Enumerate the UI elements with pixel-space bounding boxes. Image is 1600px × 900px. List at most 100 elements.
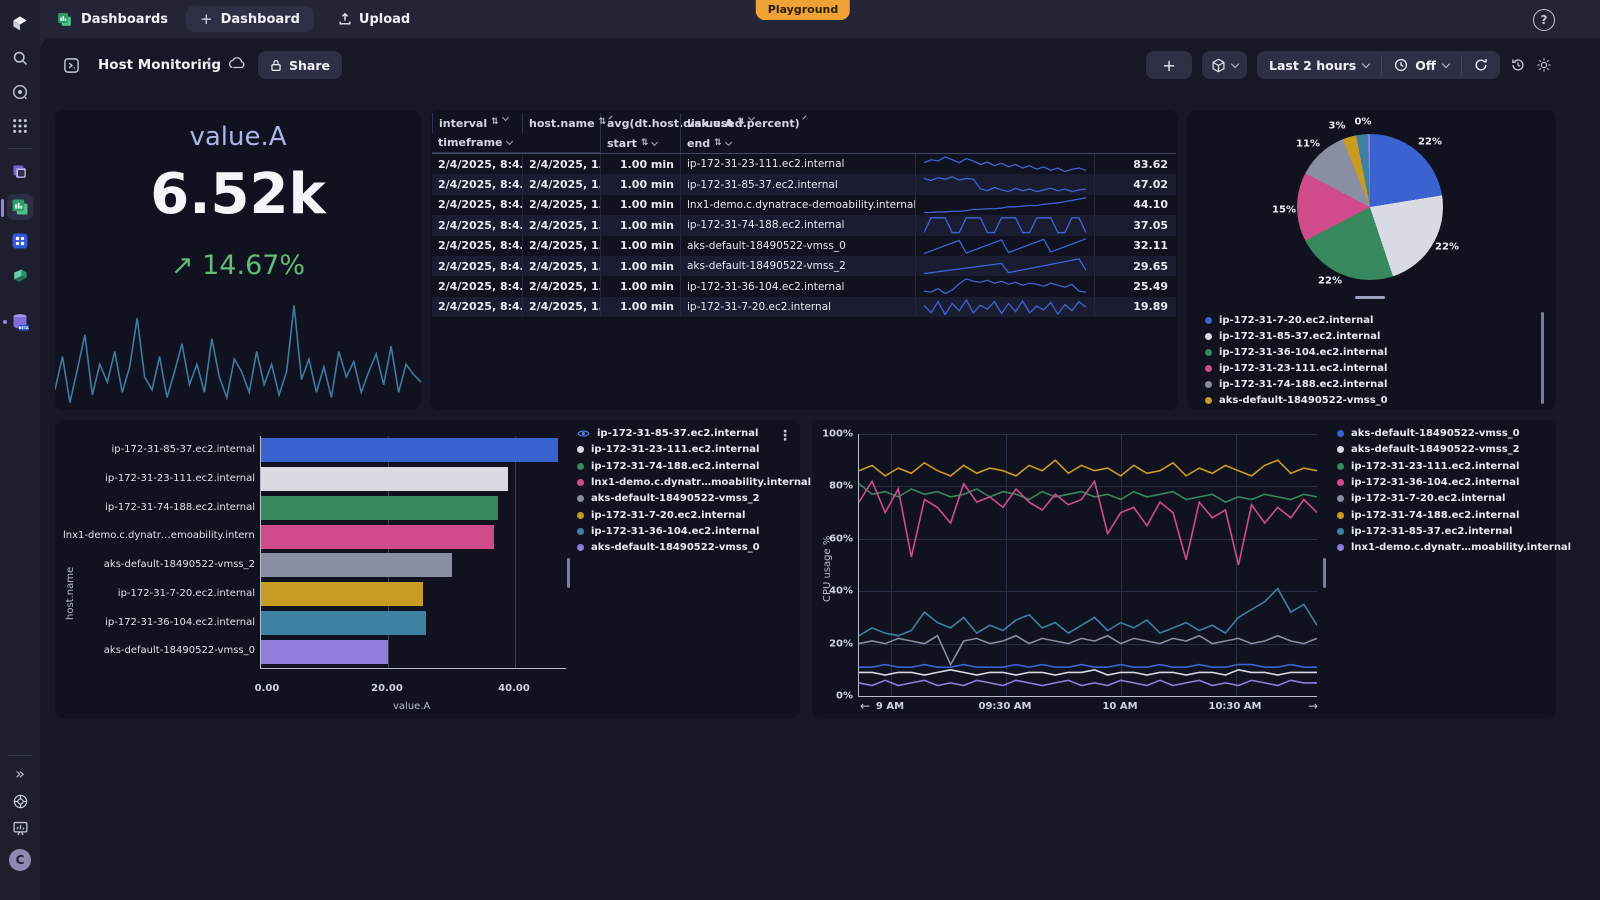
- pie-chart[interactable]: [1297, 134, 1443, 280]
- add-tile-button[interactable]: +: [1146, 51, 1192, 79]
- legend-item[interactable]: ip-172-31-36-104.ec2.internal: [1205, 347, 1387, 358]
- y-tick: 80%: [829, 481, 853, 492]
- davis-assistant-icon[interactable]: [0, 77, 40, 107]
- app-grid-icon[interactable]: [0, 111, 40, 141]
- environment-selector-button[interactable]: [1202, 51, 1247, 79]
- bar[interactable]: [261, 611, 426, 635]
- legend-item[interactable]: lnx1-demo.c.dynatr…moability.internal: [1337, 542, 1571, 553]
- legend-item[interactable]: ip-172-31-23-111.ec2.internal: [1205, 363, 1387, 374]
- host-pie-tile[interactable]: 22% 22% 22% 15% 11% 3% 0% ip-172-31-7-20…: [1187, 110, 1556, 410]
- upload-button[interactable]: Upload: [338, 12, 410, 27]
- sidebar-item-dashboards-active[interactable]: [0, 192, 40, 222]
- dashboard-tile-icon[interactable]: [58, 52, 84, 78]
- legend-item[interactable]: ip-172-31-85-37.ec2.internal: [577, 428, 758, 439]
- legend-item[interactable]: ip-172-31-36-104.ec2.internal: [577, 526, 759, 537]
- column-header-interval[interactable]: interval⇅: [432, 113, 522, 133]
- value-bar-tile[interactable]: host.name ip-172-31-85-37.ec2.internal i…: [55, 420, 800, 718]
- bar[interactable]: [261, 582, 423, 606]
- legend-item[interactable]: ip-172-31-85-37.ec2.internal: [1205, 331, 1380, 342]
- column-header-timeframe[interactable]: timeframe: [432, 133, 600, 153]
- table-row[interactable]: 2/4/2025, 8:4…2/4/2025, 1…1.00 minlnx1-d…: [432, 195, 1176, 215]
- sort-icon: ⇅: [599, 117, 607, 127]
- column-header-host[interactable]: host.name⇅: [522, 113, 600, 133]
- bar-category-label: ip-172-31-7-20.ec2.internal: [63, 580, 255, 609]
- cpu-line-tile[interactable]: CPU usage % 100% 80% 60% 40% 20% 0% 9 AM…: [812, 420, 1556, 718]
- pan-left-arrow[interactable]: ←: [860, 699, 870, 713]
- legend-item[interactable]: aks-default-18490522-vmss_0: [1205, 395, 1388, 406]
- history-icon[interactable]: [1510, 57, 1526, 73]
- help-icon[interactable]: ?: [1533, 9, 1555, 31]
- sidebar-item-storage-beta[interactable]: BETA: [0, 307, 40, 337]
- legend-item[interactable]: ip-172-31-85-37.ec2.internal: [1337, 526, 1512, 537]
- playground-badge[interactable]: Playground: [756, 0, 850, 20]
- legend-item[interactable]: aks-default-18490522-vmss_2: [577, 493, 760, 504]
- legend-item[interactable]: aks-default-18490522-vmss_0: [1337, 428, 1520, 439]
- sidebar-divider: [8, 148, 32, 149]
- timeframe-refresh-group: Last 2 hours Off: [1257, 51, 1500, 79]
- legend-item[interactable]: ip-172-31-74-188.ec2.internal: [1205, 379, 1387, 390]
- legend-item[interactable]: ip-172-31-23-111.ec2.internal: [577, 444, 759, 455]
- dashboards-app-switcher[interactable]: Dashboards: [56, 11, 168, 28]
- column-header-start[interactable]: start⇅: [600, 133, 680, 153]
- table-row[interactable]: 2/4/2025, 8:4…2/4/2025, 1…1.00 minaks-de…: [432, 256, 1176, 276]
- table-row[interactable]: 2/4/2025, 8:4…2/4/2025, 1…1.00 minaks-de…: [432, 236, 1176, 256]
- help-lifebuoy-icon[interactable]: [0, 786, 40, 816]
- timeframe-selector[interactable]: Last 2 hours: [1257, 51, 1381, 79]
- search-icon[interactable]: [0, 43, 40, 73]
- upload-icon: [338, 12, 352, 26]
- tab-dashboard-label: Dashboard: [221, 12, 300, 27]
- dashboard-menu-kebab-icon[interactable]: ⋮: [202, 56, 216, 72]
- avatar-initial: C: [9, 849, 31, 871]
- whats-new-chart-icon[interactable]: [0, 813, 40, 843]
- table-row[interactable]: 2/4/2025, 8:4…2/4/2025, 1…1.00 minip-172…: [432, 215, 1176, 235]
- user-avatar[interactable]: C: [0, 845, 40, 875]
- legend-item[interactable]: aks-default-18490522-vmss_0: [577, 542, 760, 553]
- sidebar-item-kubernetes[interactable]: [0, 261, 40, 291]
- chevron-down-icon: [651, 138, 658, 145]
- table-row[interactable]: 2/4/2025, 8:4…2/4/2025, 1…1.00 minip-172…: [432, 154, 1176, 174]
- legend-dot: [577, 512, 584, 519]
- single-value-tile[interactable]: value.A 6.52k ↗ 14.67%: [55, 110, 421, 410]
- legend-scrollbar[interactable]: [1541, 312, 1544, 404]
- legend-item[interactable]: ip-172-31-23-111.ec2.internal: [1337, 461, 1519, 472]
- refresh-button[interactable]: [1462, 51, 1500, 79]
- sidebar-expand-icon[interactable]: »: [0, 758, 40, 788]
- dynatrace-logo-icon[interactable]: [0, 8, 40, 38]
- bar[interactable]: [261, 553, 452, 577]
- legend-item[interactable]: ip-172-31-74-188.ec2.internal: [577, 461, 759, 472]
- pan-right-arrow[interactable]: →: [1308, 699, 1318, 713]
- bar[interactable]: [261, 525, 494, 549]
- host-table-tile[interactable]: timeframe interval⇅ host.name⇅ avg(dt.ho…: [430, 110, 1178, 410]
- table-row[interactable]: 2/4/2025, 8:4…2/4/2025, 1…1.00 minip-172…: [432, 297, 1176, 317]
- auto-refresh-selector[interactable]: Off: [1382, 51, 1461, 79]
- legend-item[interactable]: ip-172-31-74-188.ec2.internal: [1337, 510, 1519, 521]
- bar[interactable]: [261, 438, 558, 462]
- chart-scrollbar[interactable]: [567, 558, 570, 588]
- clock-icon: [1394, 58, 1408, 72]
- bar[interactable]: [261, 640, 388, 664]
- sort-icon: ⇅: [714, 138, 722, 148]
- legend-item[interactable]: ip-172-31-7-20.ec2.internal: [1205, 315, 1373, 326]
- chart-scrollbar[interactable]: [1323, 558, 1326, 588]
- legend-item[interactable]: ip-172-31-7-20.ec2.internal: [577, 510, 745, 521]
- share-button[interactable]: Share: [258, 51, 342, 79]
- bar[interactable]: [261, 467, 508, 491]
- legend-item[interactable]: ip-172-31-7-20.ec2.internal: [1337, 493, 1505, 504]
- disk-trend-sparkline: [915, 236, 1094, 256]
- sidebar-item-clouds[interactable]: [0, 157, 40, 187]
- disk-trend-sparkline: [915, 195, 1094, 215]
- settings-gear-icon[interactable]: [1536, 57, 1552, 73]
- legend-item[interactable]: aks-default-18490522-vmss_2: [1337, 444, 1520, 455]
- legend-item[interactable]: lnx1-demo.c.dynatr…moability.internal: [577, 477, 811, 488]
- tile-menu-kebab-icon[interactable]: ⋮: [778, 428, 792, 444]
- tab-dashboard[interactable]: + Dashboard: [186, 6, 314, 32]
- table-row[interactable]: 2/4/2025, 8:4…2/4/2025, 1…1.00 minip-172…: [432, 174, 1176, 194]
- pie-scroll-indicator[interactable]: [1355, 296, 1385, 299]
- bar[interactable]: [261, 496, 498, 520]
- column-header-end[interactable]: end⇅: [680, 133, 915, 153]
- table-row[interactable]: 2/4/2025, 8:4…2/4/2025, 1…1.00 minip-172…: [432, 276, 1176, 296]
- column-header-value[interactable]: value.A⇅: [680, 113, 915, 133]
- cloud-sync-icon[interactable]: [228, 56, 246, 70]
- sidebar-item-extensions[interactable]: [0, 226, 40, 256]
- legend-item[interactable]: ip-172-31-36-104.ec2.internal: [1337, 477, 1519, 488]
